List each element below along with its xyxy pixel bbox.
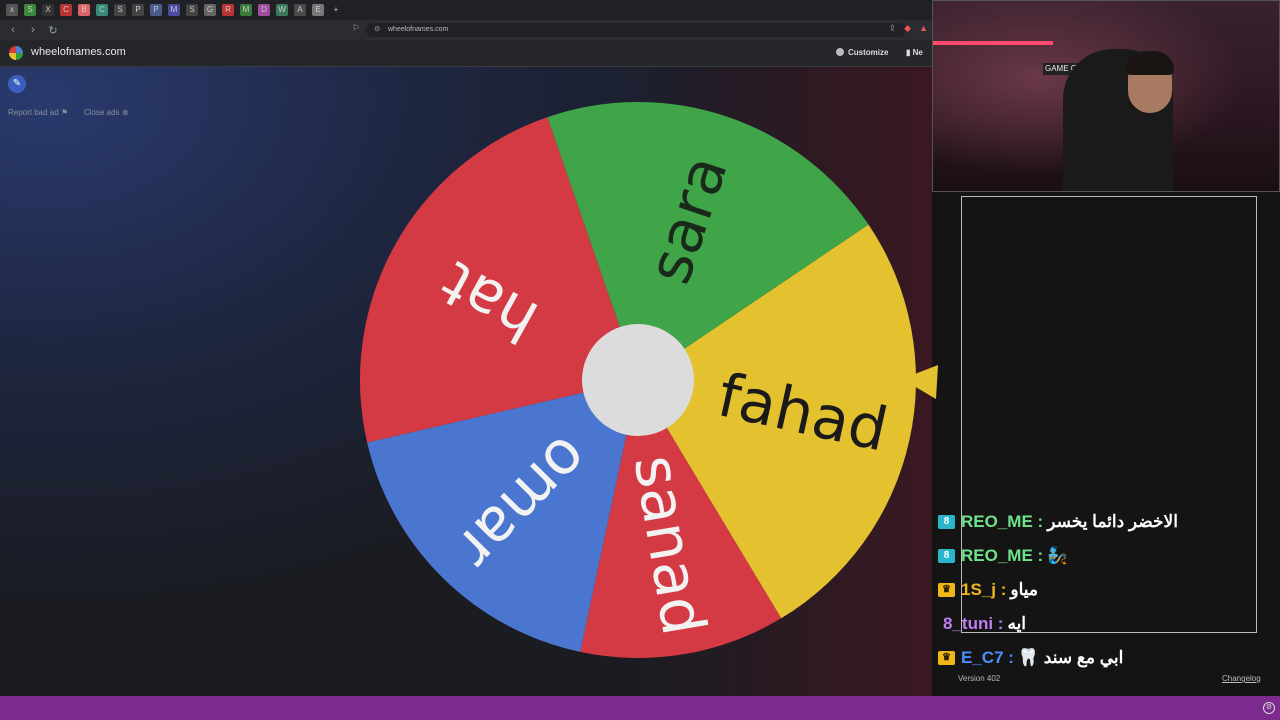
version-label: Version 402 bbox=[958, 674, 1001, 683]
settings-icon[interactable]: ⚙ bbox=[1263, 702, 1275, 714]
spinning-wheel[interactable]: fahadsanadomarhatsara bbox=[0, 0, 932, 696]
chat-text: مياو bbox=[1010, 580, 1038, 599]
chat-text: 🧞 bbox=[1047, 546, 1069, 565]
chat-username[interactable]: 8_tuni : bbox=[943, 614, 1003, 634]
wheel-hub[interactable] bbox=[582, 324, 694, 436]
webcam-feed: GAME OVER bbox=[932, 0, 1280, 192]
neon-shelf bbox=[933, 41, 1053, 45]
chat-message: 8 REO_ME : الاخضر دائما يخسر bbox=[938, 505, 1268, 539]
chat-message: ♛ 1S_j : مياو bbox=[938, 573, 1268, 607]
subscriber-badge-icon: 8 bbox=[938, 515, 955, 529]
chat-message: 8 REO_ME : 🧞 bbox=[938, 539, 1268, 573]
chat-text: الاخضر دائما يخسر bbox=[1047, 512, 1178, 531]
subscriber-badge-icon: 8 bbox=[938, 549, 955, 563]
chat-username[interactable]: REO_ME : bbox=[961, 512, 1043, 532]
chat-text: ابي مع سند 🦷 bbox=[1017, 648, 1124, 667]
crown-badge-icon: ♛ bbox=[938, 651, 955, 665]
chat-message: ♛ E_C7 : ابي مع سند 🦷 bbox=[938, 641, 1268, 675]
chat-message: 8_tuni : ايه bbox=[938, 607, 1268, 641]
crown-badge-icon: ♛ bbox=[938, 583, 955, 597]
changelog-link[interactable]: Changelog bbox=[1222, 674, 1261, 683]
chat-username[interactable]: 1S_j : bbox=[961, 580, 1006, 600]
streamer-hair bbox=[1126, 51, 1174, 75]
chat-username[interactable]: E_C7 : bbox=[961, 648, 1014, 668]
chat-username[interactable]: REO_ME : bbox=[961, 546, 1043, 566]
bottom-stream-bar bbox=[0, 696, 1280, 720]
chat-messages: 8 REO_ME : الاخضر دائما يخسر 8 REO_ME : 🧞 ♛ 1S_… bbox=[938, 505, 1268, 675]
chat-text: ايه bbox=[1007, 614, 1027, 633]
pointer-icon bbox=[902, 365, 938, 399]
